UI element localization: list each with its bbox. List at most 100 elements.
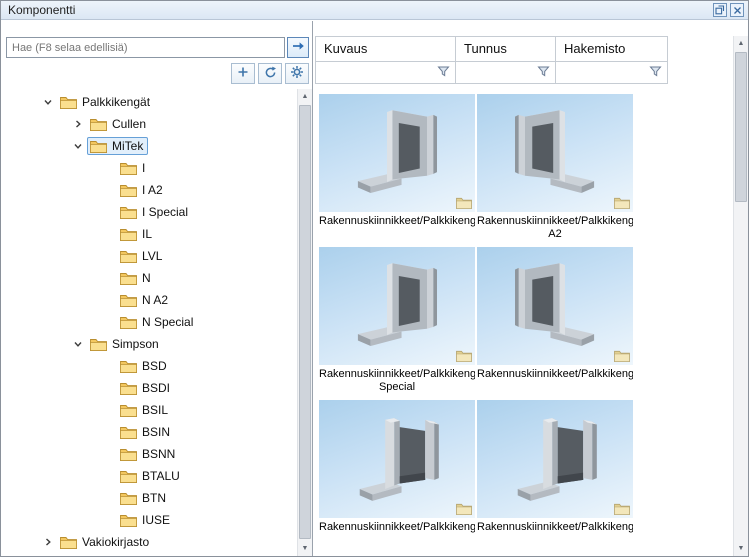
filter-button[interactable] bbox=[435, 64, 452, 81]
tree-item-simpson[interactable]: Simpson bbox=[1, 333, 297, 355]
scroll-down-icon[interactable]: ▼ bbox=[734, 541, 748, 556]
tree-item-body[interactable]: Palkkikengät bbox=[57, 93, 155, 111]
folder-icon bbox=[90, 118, 107, 131]
folder-icon bbox=[120, 206, 137, 219]
component-card[interactable]: Rakennuskiinnikkeet/Palkkikeng... bbox=[477, 247, 633, 394]
component-card[interactable]: Rakennuskiinnikkeet/Palkkikeng... bbox=[319, 94, 475, 241]
tree-item-i-special[interactable]: I Special bbox=[1, 201, 297, 223]
component-card[interactable]: Rakennuskiinnikkeet/Palkkikeng...A2 bbox=[477, 94, 633, 241]
refresh-button[interactable] bbox=[258, 63, 282, 84]
filter-button[interactable] bbox=[535, 64, 552, 81]
close-button[interactable] bbox=[730, 3, 744, 17]
tree-item-n-a2[interactable]: N A2 bbox=[1, 289, 297, 311]
tree-item-lvl[interactable]: LVL bbox=[1, 245, 297, 267]
tree-item-n-special[interactable]: N Special bbox=[1, 311, 297, 333]
filter-cell-hakemisto[interactable] bbox=[556, 61, 667, 83]
tree-item-body[interactable]: I A2 bbox=[117, 181, 168, 199]
tree-item-btalu[interactable]: BTALU bbox=[1, 465, 297, 487]
chevron-down-icon[interactable] bbox=[69, 141, 87, 151]
caption-line-2: A2 bbox=[477, 228, 633, 241]
funnel-icon bbox=[437, 65, 450, 81]
tree-item-i[interactable]: I bbox=[1, 157, 297, 179]
tree-item-body[interactable]: I Special bbox=[117, 203, 193, 221]
component-preview bbox=[477, 94, 633, 212]
tree-item-i-a2[interactable]: I A2 bbox=[1, 179, 297, 201]
tree-item-body[interactable]: BSIN bbox=[117, 423, 175, 441]
tree-item-body[interactable]: BTALU bbox=[117, 467, 185, 485]
chevron-down-icon[interactable] bbox=[39, 97, 57, 107]
add-button[interactable] bbox=[231, 63, 255, 84]
folder-icon bbox=[120, 250, 137, 263]
tree-item-il[interactable]: IL bbox=[1, 223, 297, 245]
tree-item-label: BTALU bbox=[142, 469, 180, 483]
tree-item-label: BSIN bbox=[142, 425, 170, 439]
filter-cell-kuvaus[interactable] bbox=[316, 61, 455, 83]
column-tunnus: Tunnus bbox=[455, 36, 556, 84]
tree-item-n[interactable]: N bbox=[1, 267, 297, 289]
folder-icon bbox=[120, 448, 137, 461]
tree-item-iuse[interactable]: IUSE bbox=[1, 509, 297, 531]
tree-item-bsin[interactable]: BSIN bbox=[1, 421, 297, 443]
tree-item-body[interactable]: BSDI bbox=[117, 379, 175, 397]
tree-item-palkkikeng-t[interactable]: Palkkikengät bbox=[1, 91, 297, 113]
results-scrollbar-thumb[interactable] bbox=[735, 52, 747, 202]
folder-icon bbox=[120, 514, 137, 527]
tree-item-bsnn[interactable]: BSNN bbox=[1, 443, 297, 465]
tree-item-label: N bbox=[142, 271, 151, 285]
tree-item-label: IL bbox=[142, 227, 152, 241]
tree-item-body[interactable]: N Special bbox=[117, 313, 198, 331]
filter-cell-tunnus[interactable] bbox=[456, 61, 555, 83]
tree-item-bsil[interactable]: BSIL bbox=[1, 399, 297, 421]
scroll-up-icon[interactable]: ▲ bbox=[734, 36, 748, 51]
component-card[interactable]: Rakennuskiinnikkeet/Palkkikeng... bbox=[477, 400, 633, 546]
tree-item-btn[interactable]: BTN bbox=[1, 487, 297, 509]
tree-item-body[interactable]: N A2 bbox=[117, 291, 173, 309]
column-header[interactable]: Kuvaus bbox=[316, 37, 455, 61]
tree-item-selected[interactable]: MiTek bbox=[87, 137, 148, 155]
component-card[interactable]: Rakennuskiinnikkeet/Palkkikeng... bbox=[319, 400, 475, 546]
chevron-right-icon[interactable] bbox=[39, 537, 57, 547]
scroll-down-icon[interactable]: ▼ bbox=[298, 541, 312, 556]
folder-icon bbox=[120, 316, 137, 329]
restore-icon bbox=[715, 3, 725, 18]
tree-item-bsdi[interactable]: BSDI bbox=[1, 377, 297, 399]
tree-item-body[interactable]: Cullen bbox=[87, 115, 151, 133]
results-scrollbar[interactable]: ▲ ▼ bbox=[733, 36, 748, 556]
tree-item-body[interactable]: BSNN bbox=[117, 445, 180, 463]
tree-item-body[interactable]: IL bbox=[117, 225, 157, 243]
restore-button[interactable] bbox=[713, 3, 727, 17]
component-card[interactable]: Rakennuskiinnikkeet/Palkkikeng...Special bbox=[319, 247, 475, 394]
caption-line-1: Rakennuskiinnikkeet/Palkkikeng... bbox=[477, 521, 633, 534]
tree-item-body[interactable]: IUSE bbox=[117, 511, 175, 529]
tree-item-label: N A2 bbox=[142, 293, 168, 307]
chevron-down-icon[interactable] bbox=[69, 339, 87, 349]
folder-badge-icon bbox=[614, 197, 630, 209]
tree-item-bsd[interactable]: BSD bbox=[1, 355, 297, 377]
chevron-right-icon[interactable] bbox=[69, 119, 87, 129]
tree-scrollbar[interactable]: ▲ ▼ bbox=[297, 89, 312, 556]
scroll-up-icon[interactable]: ▲ bbox=[298, 89, 312, 104]
search-go-button[interactable] bbox=[287, 37, 309, 58]
tree-item-body[interactable]: BSD bbox=[117, 357, 172, 375]
tree-scrollbar-thumb[interactable] bbox=[299, 105, 311, 539]
search-input[interactable] bbox=[6, 37, 285, 58]
caption-line-2: Special bbox=[319, 381, 475, 394]
tree-item-body[interactable]: BTN bbox=[117, 489, 171, 507]
tree-item-body[interactable]: Simpson bbox=[87, 335, 164, 353]
tree-item-cullen[interactable]: Cullen bbox=[1, 113, 297, 135]
tree-item-body[interactable]: BSIL bbox=[117, 401, 173, 419]
tree-item-label: BSIL bbox=[142, 403, 168, 417]
component-preview bbox=[319, 400, 475, 518]
tree-item-vakiokirjasto[interactable]: Vakiokirjasto bbox=[1, 531, 297, 553]
component-caption: Rakennuskiinnikkeet/Palkkikeng... bbox=[477, 365, 633, 393]
settings-button[interactable] bbox=[285, 63, 309, 84]
tree-item-label: LVL bbox=[142, 249, 162, 263]
tree-item-body[interactable]: N bbox=[117, 269, 156, 287]
column-header[interactable]: Hakemisto bbox=[556, 37, 667, 61]
tree-item-body[interactable]: Vakiokirjasto bbox=[57, 533, 154, 551]
tree-item-body[interactable]: I bbox=[117, 159, 150, 177]
column-header[interactable]: Tunnus bbox=[456, 37, 555, 61]
tree-item-mitek[interactable]: MiTek bbox=[1, 135, 297, 157]
filter-button[interactable] bbox=[647, 64, 664, 81]
tree-item-body[interactable]: LVL bbox=[117, 247, 167, 265]
